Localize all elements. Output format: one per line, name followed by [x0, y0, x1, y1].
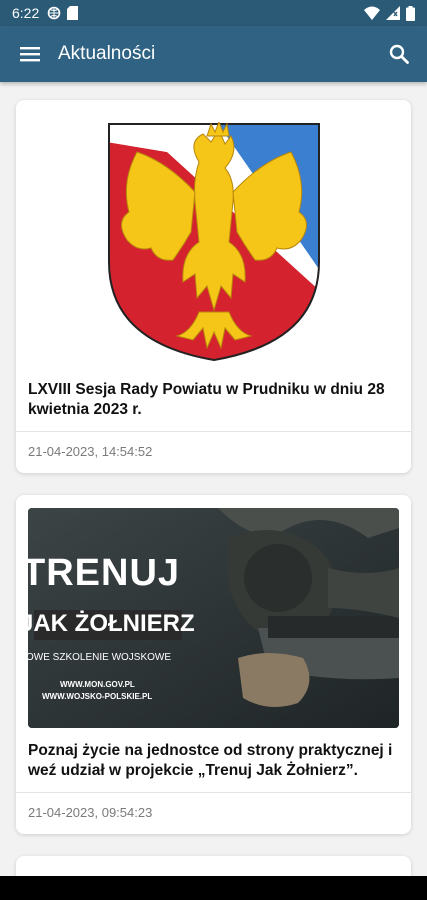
- news-feed[interactable]: LXVIII Sesja Rady Powiatu w Prudniku w d…: [0, 82, 427, 876]
- search-icon: [389, 44, 409, 64]
- article-title[interactable]: Poznaj życie na jednostce od strony prak…: [16, 731, 411, 792]
- signal-icon: [386, 6, 400, 20]
- news-card[interactable]: [16, 855, 411, 876]
- status-bar: 6:22: [0, 0, 427, 26]
- photo-subline: OWE SZKOLENIE WOJSKOWE: [28, 651, 172, 663]
- photo-headline-1: TRENUJ: [28, 551, 181, 594]
- card-image: [16, 100, 411, 370]
- news-card[interactable]: LXVIII Sesja Rady Powiatu w Prudniku w d…: [16, 100, 411, 473]
- soldier-photo: TRENUJ JAK ŻOŁNIERZ OWE SZKOLENIE WOJSKO…: [28, 507, 399, 728]
- status-time: 6:22: [12, 5, 40, 21]
- battery-icon: [406, 5, 415, 21]
- sd-card-icon: [67, 6, 79, 20]
- photo-url-1: WWW.MON.GOV.PL: [60, 679, 135, 689]
- page-title: Aktualności: [58, 43, 156, 64]
- settings-gear-icon: [47, 6, 61, 20]
- article-date: 21-04-2023, 09:54:23: [28, 804, 153, 820]
- menu-icon: [20, 47, 40, 62]
- menu-button[interactable]: [18, 42, 42, 66]
- photo-headline-2: JAK ŻOŁNIERZ: [28, 609, 195, 637]
- coat-of-arms-image: [107, 122, 320, 362]
- photo-url-2: WWW.WOJSKO-POLSKIE.PL: [42, 691, 153, 701]
- news-card[interactable]: TRENUJ JAK ŻOŁNIERZ OWE SZKOLENIE WOJSKO…: [16, 494, 411, 834]
- search-button[interactable]: [385, 40, 413, 68]
- article-date: 21-04-2023, 14:54:52: [28, 443, 153, 459]
- card-image: TRENUJ JAK ŻOŁNIERZ OWE SZKOLENIE WOJSKO…: [16, 495, 411, 731]
- system-navigation-bar: [0, 876, 427, 900]
- article-title[interactable]: LXVIII Sesja Rady Powiatu w Prudniku w d…: [16, 370, 411, 431]
- app-bar: Aktualności: [0, 26, 427, 82]
- wifi-icon: [364, 6, 380, 20]
